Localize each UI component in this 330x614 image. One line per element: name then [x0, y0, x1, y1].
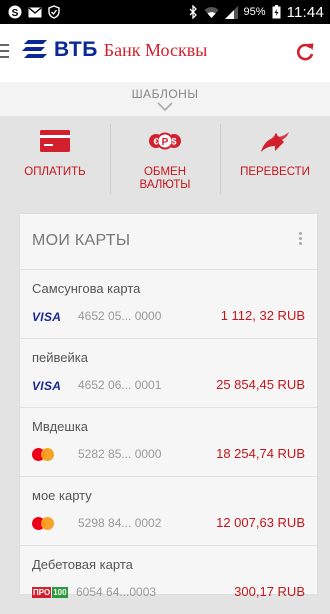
skype-icon: S — [8, 5, 22, 19]
clock: 11:44 — [286, 3, 324, 21]
card-number: 6054 64...0003 — [76, 585, 157, 599]
currency-exchange-label-line1: ОБМЕН — [143, 166, 187, 178]
battery-percent: 95% — [243, 6, 266, 18]
quick-actions: ОПЛАТИТЬ P € $ ОБМЕН ВАЛЮТЫ ПЕРЕВЕСТИ — [0, 116, 330, 206]
my-cards-header: МОИ КАРТЫ — [20, 214, 317, 270]
svg-text:S: S — [12, 8, 19, 19]
mastercard-logo-icon — [32, 517, 54, 530]
visa-logo-icon: VISA — [32, 309, 62, 324]
card-balance: 25 854,45 RUB — [216, 377, 305, 392]
bluetooth-icon — [188, 5, 198, 19]
card-item[interactable]: Самсунгова карта VISA 4652 05... 0000 1 … — [20, 270, 317, 339]
shield-icon — [48, 5, 60, 19]
brand-subtitle: Банк Москвы — [103, 39, 208, 60]
mail-icon — [28, 6, 42, 18]
my-cards-panel: МОИ КАРТЫ Самсунгова карта VISA 4652 05.… — [20, 214, 317, 599]
app-bar: ВТБ Банк Москвы — [0, 24, 330, 82]
more-vertical-icon[interactable] — [297, 230, 303, 250]
vtb-logo-mark — [22, 40, 47, 58]
card-item[interactable]: Мвдешка 5282 85... 0000 18 254,74 RUB — [20, 408, 317, 477]
mastercard-logo-icon — [32, 448, 54, 461]
pro100-logo-icon: ПРО 100 — [32, 587, 68, 598]
signal-icon — [224, 5, 238, 19]
svg-text:$: $ — [171, 137, 176, 147]
card-number: 4652 06... 0001 — [78, 378, 162, 392]
currency-exchange-button[interactable]: P € $ ОБМЕН ВАЛЮТЫ — [110, 116, 220, 206]
card-item[interactable]: пейвейка VISA 4652 06... 0001 25 854,45 … — [20, 339, 317, 408]
wifi-icon — [204, 6, 219, 19]
card-icon — [40, 130, 70, 157]
currency-exchange-label: ОБМЕН ВАЛЮТЫ — [110, 166, 220, 192]
card-name: мое карту — [32, 488, 92, 503]
chevron-down-icon — [157, 102, 173, 112]
card-name: Самсунгова карта — [32, 281, 141, 296]
card-name: Мвдешка — [32, 419, 89, 434]
svg-text:P: P — [162, 137, 169, 148]
refresh-icon[interactable] — [294, 41, 316, 63]
templates-toggle[interactable]: ШАБЛОНЫ — [0, 82, 330, 116]
battery-icon — [272, 5, 281, 19]
my-cards-title: МОИ КАРТЫ — [32, 232, 131, 249]
card-number: 5298 84... 0002 — [78, 516, 162, 530]
pay-button[interactable]: ОПЛАТИТЬ — [0, 116, 110, 206]
card-name: Дебетовая карта — [32, 557, 133, 572]
visa-logo-icon: VISA — [32, 378, 62, 393]
brand-name: ВТБ — [54, 38, 98, 61]
transfer-label: ПЕРЕВЕСТИ — [240, 166, 310, 178]
pay-label: ОПЛАТИТЬ — [24, 166, 86, 178]
currency-exchange-icon: P € $ — [148, 130, 182, 157]
card-number: 4652 05... 0000 — [78, 309, 162, 323]
status-bar: S 95% 11:44 — [0, 0, 330, 24]
card-item[interactable]: мое карту 5298 84... 0002 12 007,63 RUB — [20, 477, 317, 546]
card-balance: 300,17 RUB — [234, 584, 305, 599]
card-balance: 12 007,63 RUB — [216, 515, 305, 530]
svg-text:€: € — [153, 137, 158, 147]
card-item[interactable]: Дебетовая карта ПРО 100 6054 64...0003 30… — [20, 546, 317, 614]
transfer-icon — [260, 130, 290, 159]
transfer-button[interactable]: ПЕРЕВЕСТИ — [220, 116, 330, 206]
currency-exchange-label-line2: ВАЛЮТЫ — [139, 179, 191, 191]
card-name: пейвейка — [32, 350, 88, 365]
card-balance: 18 254,74 RUB — [216, 446, 305, 461]
card-balance: 1 112, 32 RUB — [220, 308, 305, 323]
templates-label: ШАБЛОНЫ — [131, 87, 199, 101]
vtb-logo: ВТБ Банк Москвы — [22, 38, 207, 62]
hamburger-menu-icon[interactable] — [0, 38, 16, 66]
card-number: 5282 85... 0000 — [78, 447, 162, 461]
